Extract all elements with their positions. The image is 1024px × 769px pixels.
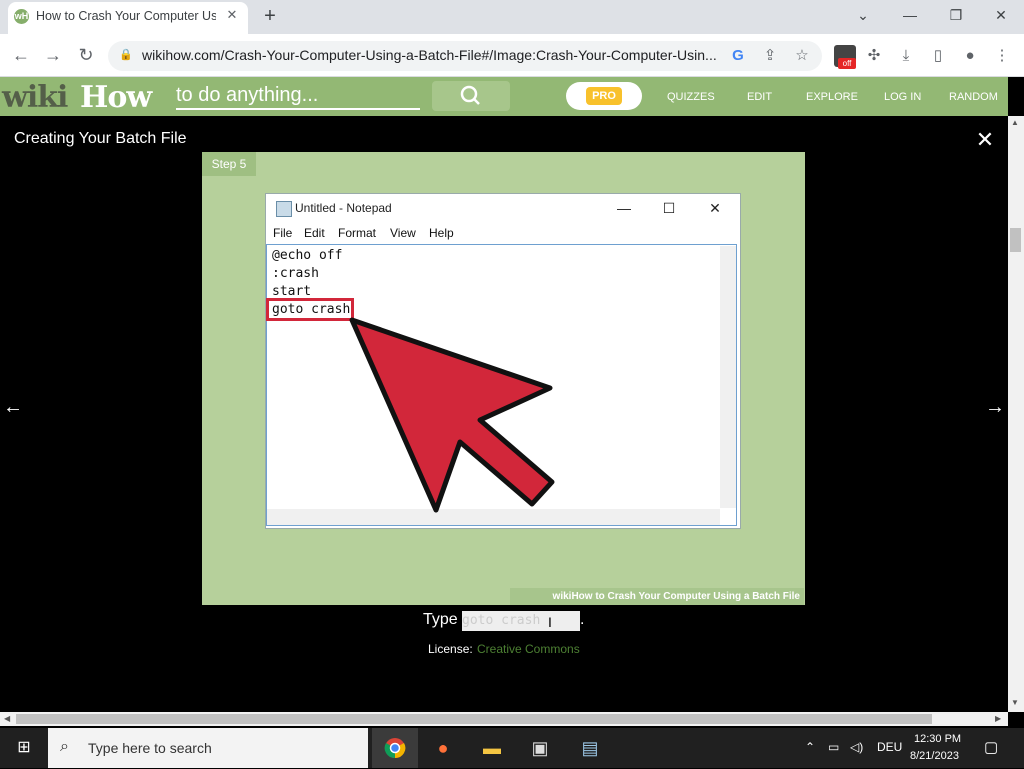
pro-badge[interactable]: PRO	[586, 87, 622, 105]
notepad-minimize-icon: —	[617, 200, 631, 216]
network-icon[interactable]: ▭	[828, 740, 839, 754]
license-link[interactable]: Creative Commons	[477, 642, 580, 656]
nav-quizzes[interactable]: QUIZZES	[667, 90, 715, 104]
search-icon: ⌕	[60, 738, 69, 755]
notepad-line: @echo off	[272, 248, 343, 263]
wikihow-search-button[interactable]	[432, 81, 510, 111]
google-lens-icon[interactable]: G	[728, 46, 748, 66]
bookmark-star-icon[interactable]: ☆	[792, 46, 812, 66]
red-pointer-arrow-icon	[349, 317, 555, 513]
notepad-taskbar-icon[interactable]: ▤	[572, 732, 608, 764]
notepad-icon	[276, 201, 292, 217]
lightbox-close-icon[interactable]: ✕	[974, 128, 996, 152]
notepad-menu-format: Format	[338, 226, 377, 240]
license-label: License:	[428, 642, 473, 656]
url-text[interactable]: wikihow.com/Crash-Your-Computer-Using-a-…	[142, 47, 722, 65]
notepad-title: Untitled - Notepad	[295, 201, 392, 215]
chrome-logo-icon	[384, 738, 406, 759]
notepad-menu-view: View	[390, 226, 416, 240]
profile-avatar-icon[interactable]: ●	[959, 45, 981, 67]
forward-button[interactable]: →	[42, 44, 64, 66]
notepad-close-icon: ✕	[709, 200, 721, 216]
menu-kebab-icon[interactable]: ⋮	[991, 45, 1013, 67]
new-tab-button[interactable]: +	[260, 6, 280, 26]
next-arrow-icon[interactable]: →	[984, 396, 1006, 418]
vertical-scrollbar-thumb[interactable]	[1010, 228, 1021, 252]
scroll-right-icon[interactable]: ▶	[995, 714, 1001, 723]
taskbar-search-placeholder[interactable]: Type here to search	[88, 740, 212, 756]
step-badge: Step 5	[202, 152, 256, 176]
clock-time[interactable]: 12:30 PM	[914, 733, 961, 745]
tab-close-icon[interactable]: ✕	[224, 7, 240, 23]
notepad-menu-edit: Edit	[304, 226, 325, 240]
wikihow-favicon-icon: wH	[14, 9, 29, 24]
download-icon[interactable]: ⤓	[895, 45, 917, 67]
text-cursor-icon: I	[548, 614, 552, 630]
notepad-line: start	[272, 284, 312, 299]
notepad-line: :crash	[272, 266, 319, 281]
lightbox-title: Creating Your Batch File	[14, 130, 187, 147]
minimize-button[interactable]: —	[896, 4, 924, 26]
extensions-puzzle-icon[interactable]: ✣	[863, 45, 885, 67]
caption-prefix: Type	[423, 611, 458, 628]
scroll-down-icon[interactable]: ▼	[1011, 698, 1019, 707]
notifications-icon[interactable]: ▢	[984, 738, 998, 756]
windows-start-icon[interactable]: ⊞	[0, 728, 48, 768]
caption-code[interactable]: goto crash	[462, 611, 580, 631]
wikihow-watermark: wikiHow to Crash Your Computer Using a B…	[510, 588, 804, 605]
extension-off-badge: off	[838, 58, 856, 69]
wikihow-logo-wiki[interactable]: wiki	[2, 80, 68, 115]
side-panel-icon[interactable]: ▯	[927, 45, 949, 67]
firefox-icon[interactable]: ●	[425, 732, 461, 764]
search-icon	[460, 85, 480, 105]
restore-button[interactable]: ❐	[942, 4, 970, 26]
notepad-maximize-icon: ☐	[662, 200, 676, 216]
nav-edit[interactable]: EDIT	[747, 90, 772, 104]
notepad-menu-file: File	[273, 226, 293, 240]
nav-random[interactable]: RANDOM	[949, 90, 998, 104]
tab-search-chevron-icon[interactable]: ⌄	[849, 4, 877, 26]
volume-icon[interactable]: ◁)	[850, 740, 863, 754]
caption-suffix: .	[580, 611, 585, 628]
previous-arrow-icon[interactable]: ←	[2, 396, 24, 418]
wikihow-logo-how[interactable]: How	[80, 80, 152, 115]
horizontal-scrollbar-thumb[interactable]	[16, 714, 932, 724]
scroll-left-icon[interactable]: ◀	[4, 714, 10, 723]
store-icon[interactable]: ▣	[522, 732, 558, 764]
lock-icon[interactable]: 🔒	[119, 48, 133, 62]
nav-explore[interactable]: EXPLORE	[806, 90, 858, 104]
window-close-button[interactable]: ✕	[987, 4, 1015, 26]
back-button[interactable]: ←	[10, 44, 32, 66]
vertical-scrollbar[interactable]	[1008, 116, 1024, 712]
scroll-up-icon[interactable]: ▲	[1011, 118, 1019, 127]
tab-title: How to Crash Your Computer Us	[36, 9, 216, 23]
notepad-menu-help: Help	[429, 226, 454, 240]
reload-button[interactable]: ↻	[75, 44, 97, 66]
tray-chevron-icon[interactable]: ⌃	[805, 740, 815, 754]
chrome-icon[interactable]	[377, 732, 413, 764]
clock-date[interactable]: 8/21/2023	[910, 750, 959, 762]
language-indicator[interactable]: DEU	[877, 740, 902, 754]
nav-log-in[interactable]: LOG IN	[884, 90, 921, 104]
file-explorer-icon[interactable]: ▬	[474, 732, 510, 764]
wikihow-search-input[interactable]: to do anything...	[176, 84, 420, 110]
share-icon[interactable]: ⇪	[760, 46, 780, 66]
notepad-vertical-scrollbar	[720, 246, 736, 508]
